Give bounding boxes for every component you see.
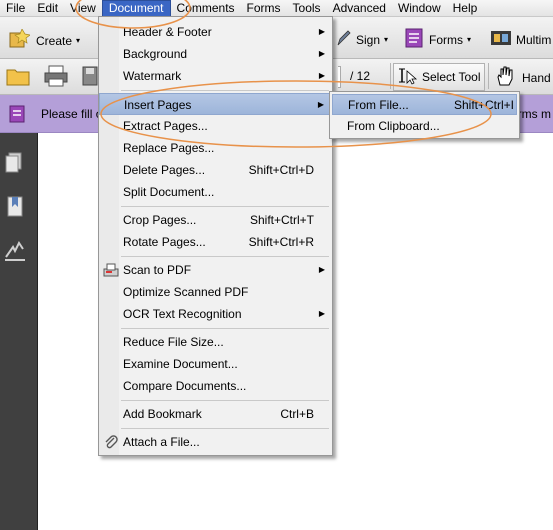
- create-button[interactable]: Create ▾: [8, 28, 81, 52]
- form-icon: [9, 105, 25, 126]
- multimedia-button[interactable]: Multim: [490, 28, 551, 51]
- menu-item-examine-document[interactable]: Examine Document...: [99, 353, 332, 375]
- menu-separator: [121, 90, 329, 91]
- bookmarks-icon[interactable]: [3, 195, 27, 219]
- signatures-icon[interactable]: [3, 239, 27, 263]
- menu-item-ocr-text-recognition[interactable]: OCR Text Recognition ▶: [99, 303, 332, 325]
- menu-file[interactable]: File: [0, 0, 31, 17]
- submenu-arrow-icon: ▶: [318, 265, 325, 274]
- menu-item-scan-to-pdf[interactable]: Scan to PDF ▶: [99, 259, 332, 281]
- page-number-input[interactable]: [338, 66, 341, 88]
- menu-advanced[interactable]: Advanced: [327, 0, 392, 17]
- insert-pages-submenu: From File... Shift+Ctrl+I From Clipboard…: [329, 91, 520, 139]
- menu-item-attach-file[interactable]: Attach a File...: [99, 431, 332, 453]
- menu-window[interactable]: Window: [392, 0, 447, 17]
- hand-tool-button[interactable]: Hand: [494, 65, 551, 90]
- disk-icon: [82, 65, 98, 90]
- submenu-item-from-file[interactable]: From File... Shift+Ctrl+I: [332, 94, 517, 115]
- menu-item-delete-pages[interactable]: Delete Pages... Shift+Ctrl+D: [99, 159, 332, 181]
- submenu-arrow-icon: ▶: [318, 27, 325, 36]
- menu-item-crop-pages[interactable]: Crop Pages... Shift+Ctrl+T: [99, 209, 332, 231]
- submenu-item-from-clipboard[interactable]: From Clipboard...: [332, 116, 517, 137]
- document-menu: Header & Footer ▶ Background ▶ Watermark…: [98, 16, 333, 456]
- info-bar-message: Please fill o: [41, 107, 103, 121]
- pen-icon: [336, 29, 352, 50]
- toolbar-divider: [488, 63, 489, 89]
- hand-icon: [494, 65, 516, 90]
- menu-item-insert-pages[interactable]: Insert Pages ▶: [99, 93, 332, 115]
- printer-icon: [44, 65, 68, 90]
- menu-view[interactable]: View: [64, 0, 102, 17]
- menu-item-reduce-file-size[interactable]: Reduce File Size...: [99, 331, 332, 353]
- menu-item-add-bookmark[interactable]: Add Bookmark Ctrl+B: [99, 403, 332, 425]
- select-tool-button[interactable]: Select Tool: [393, 63, 486, 91]
- paperclip-icon: [103, 434, 119, 457]
- sign-button[interactable]: Sign ▾: [336, 29, 388, 50]
- open-button[interactable]: [6, 65, 30, 90]
- chevron-down-icon: ▾: [467, 35, 472, 44]
- menu-item-replace-pages[interactable]: Replace Pages...: [99, 137, 332, 159]
- menu-item-compare-documents[interactable]: Compare Documents...: [99, 375, 332, 397]
- toolbar-divider: [390, 63, 391, 89]
- text-cursor-icon: [398, 67, 418, 88]
- menu-item-optimize-scanned-pdf[interactable]: Optimize Scanned PDF: [99, 281, 332, 303]
- folder-icon: [6, 65, 30, 90]
- submenu-arrow-icon: ▶: [318, 309, 325, 318]
- submenu-arrow-icon: ▶: [318, 71, 325, 80]
- menu-separator: [121, 400, 329, 401]
- menu-edit[interactable]: Edit: [31, 0, 64, 17]
- submenu-arrow-icon: ▶: [317, 100, 324, 109]
- navigation-panel: [0, 133, 38, 530]
- pages-icon[interactable]: [3, 151, 27, 175]
- menu-item-split-document[interactable]: Split Document...: [99, 181, 332, 203]
- film-icon: [490, 28, 512, 51]
- forms-icon: [405, 28, 423, 51]
- menu-bar: File Edit View Document Comments Forms T…: [0, 0, 553, 17]
- menu-separator: [121, 206, 329, 207]
- menu-item-watermark[interactable]: Watermark ▶: [99, 65, 332, 87]
- menu-separator: [121, 428, 329, 429]
- menu-item-background[interactable]: Background ▶: [99, 43, 332, 65]
- menu-item-rotate-pages[interactable]: Rotate Pages... Shift+Ctrl+R: [99, 231, 332, 253]
- menu-document[interactable]: Document: [101, 0, 171, 17]
- menu-comments[interactable]: Comments: [171, 0, 241, 17]
- forms-button[interactable]: Forms ▾: [405, 28, 471, 51]
- save-button[interactable]: [82, 65, 98, 90]
- menu-separator: [121, 328, 329, 329]
- menu-help[interactable]: Help: [447, 0, 484, 17]
- chevron-down-icon: ▾: [76, 36, 81, 45]
- submenu-arrow-icon: ▶: [318, 49, 325, 58]
- menu-item-extract-pages[interactable]: Extract Pages...: [99, 115, 332, 137]
- menu-separator: [121, 256, 329, 257]
- create-icon: [8, 28, 31, 52]
- menu-item-header-footer[interactable]: Header & Footer ▶: [99, 21, 332, 43]
- print-button[interactable]: [44, 65, 68, 90]
- chevron-down-icon: ▾: [384, 35, 389, 44]
- menu-tools[interactable]: Tools: [287, 0, 327, 17]
- menu-forms[interactable]: Forms: [241, 0, 287, 17]
- page-total: / 12: [350, 69, 371, 83]
